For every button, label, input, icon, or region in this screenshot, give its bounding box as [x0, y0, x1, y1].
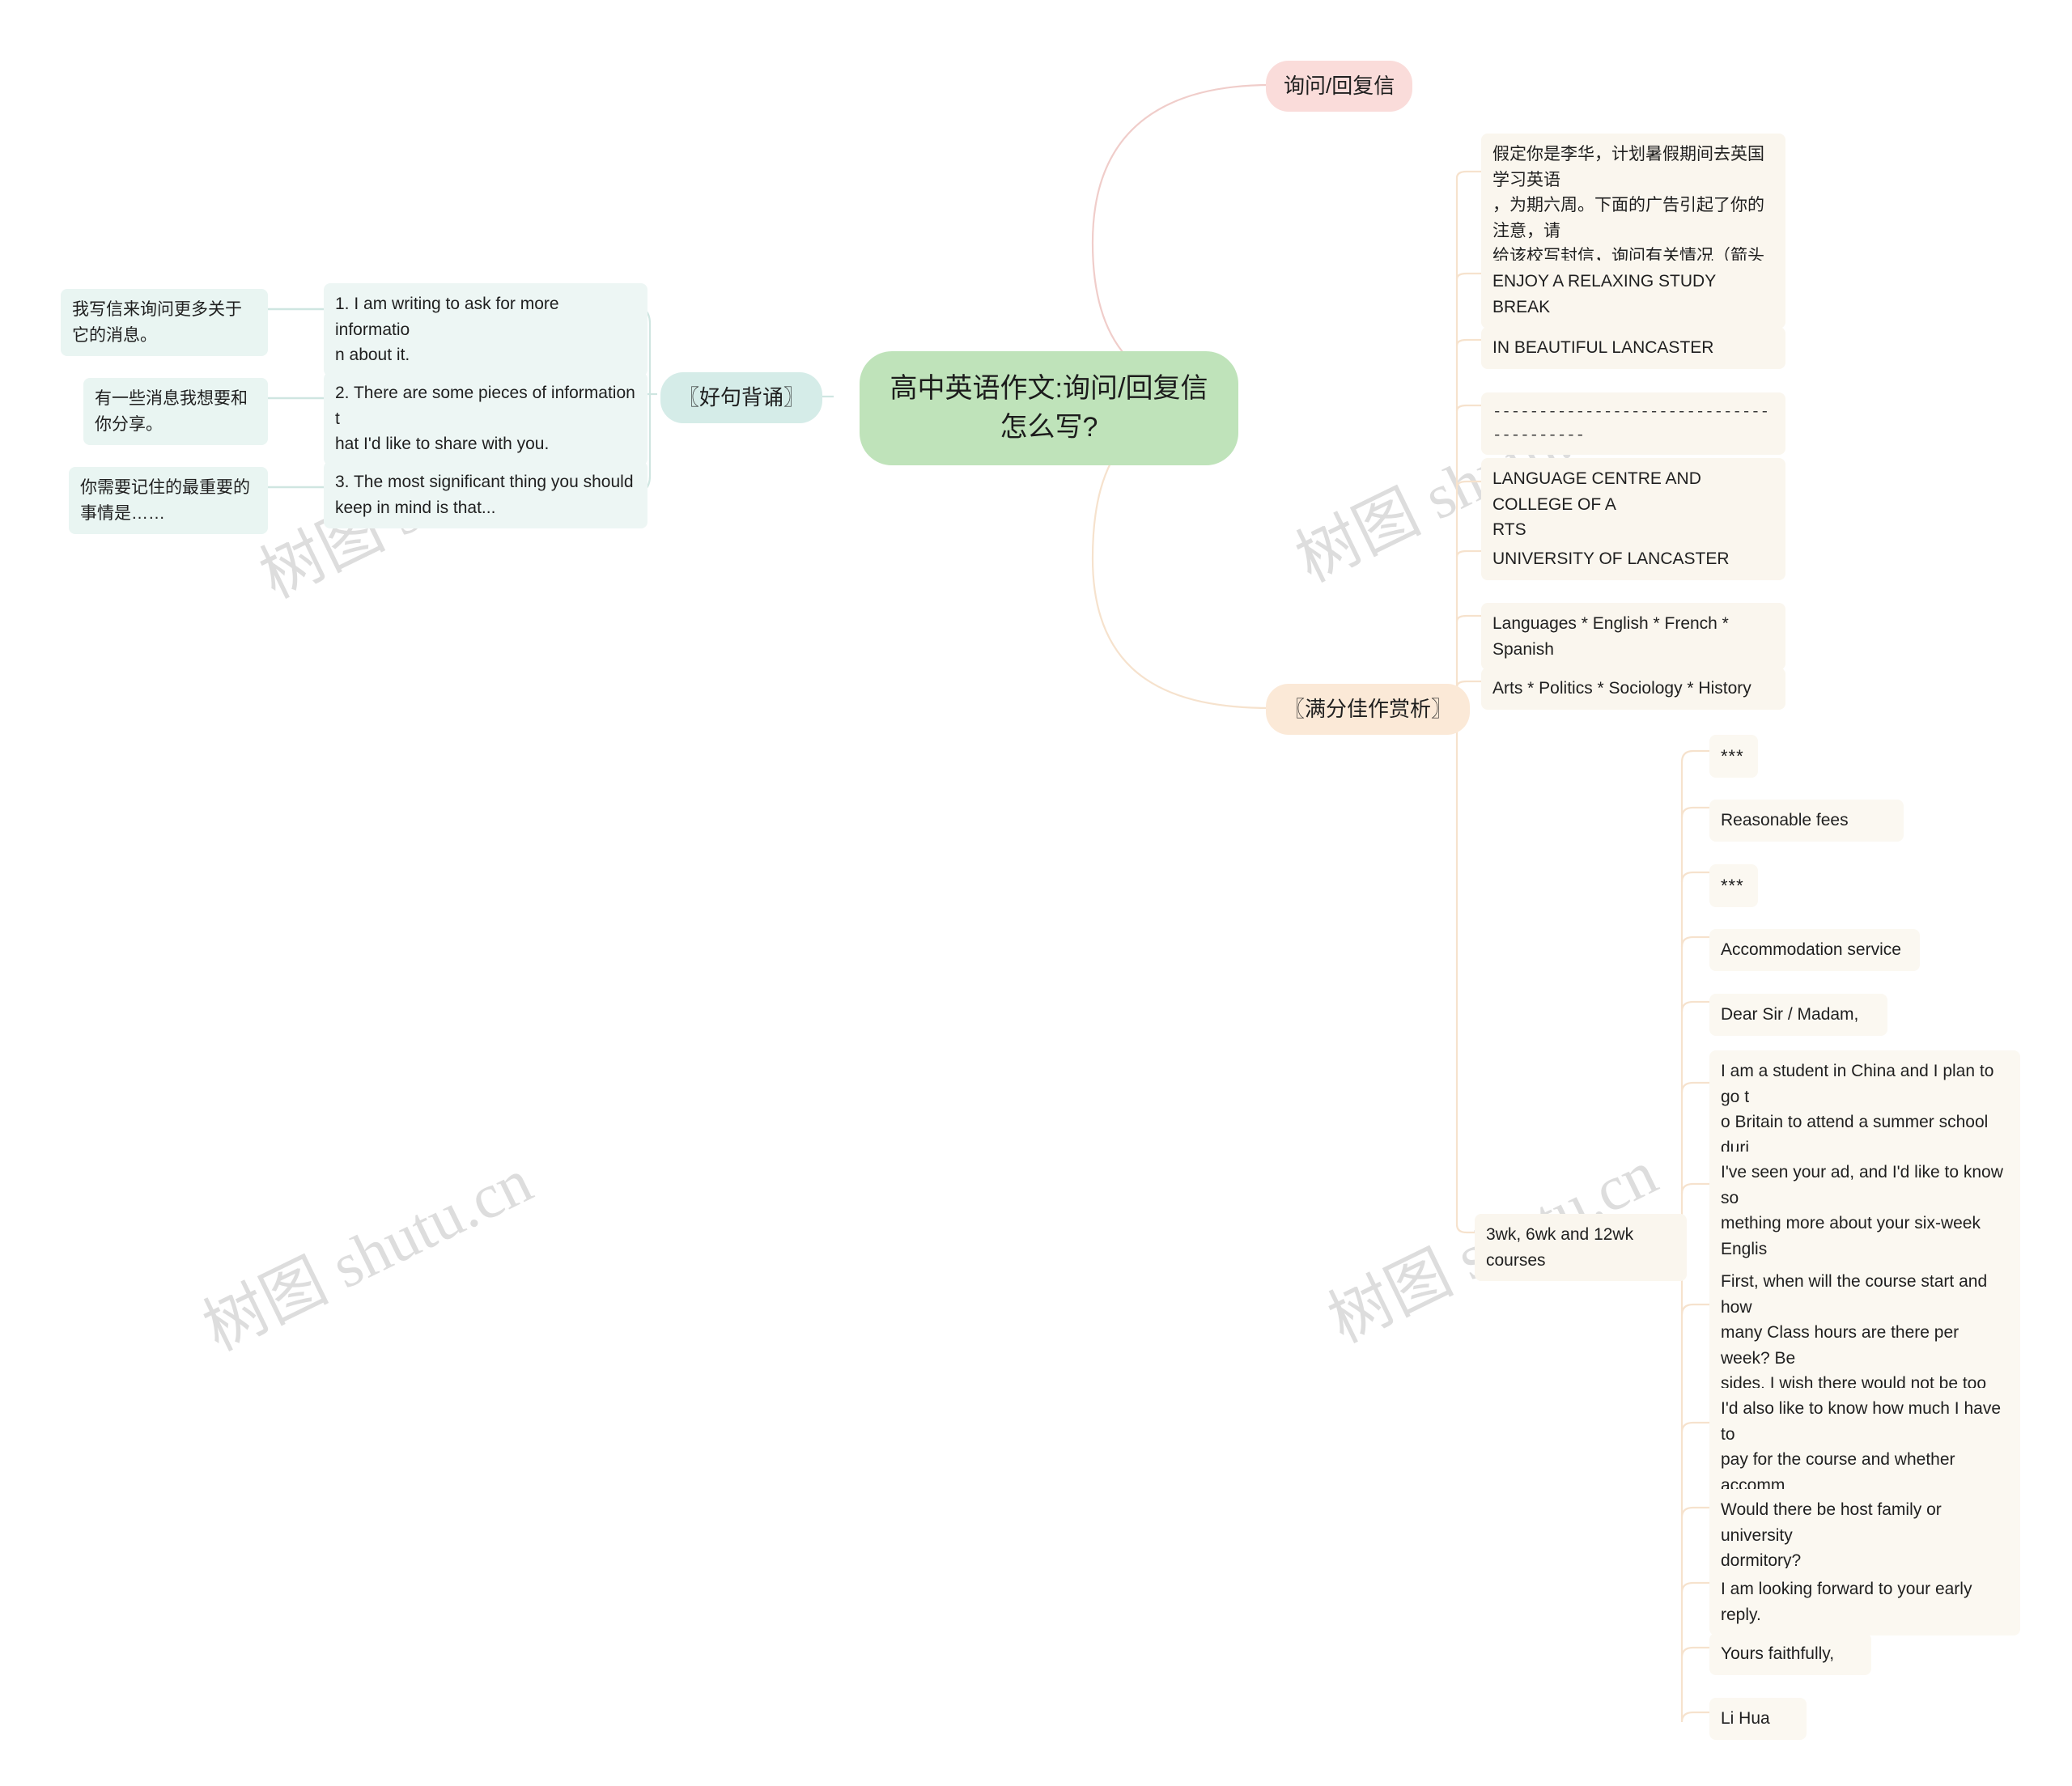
branch-good-sentences[interactable]: 〖好句背诵〗: [660, 372, 823, 423]
list-item[interactable]: LANGUAGE CENTRE AND COLLEGE OF A RTS: [1481, 458, 1785, 551]
list-item-courses[interactable]: 3wk, 6wk and 12wk courses: [1475, 1214, 1687, 1281]
list-item[interactable]: Li Hua: [1709, 1698, 1807, 1740]
list-item[interactable]: IN BEAUTIFUL LANCASTER: [1481, 327, 1785, 369]
list-item[interactable]: Dear Sir / Madam,: [1709, 994, 1887, 1036]
list-item[interactable]: ENJOY A RELAXING STUDY BREAK: [1481, 261, 1785, 328]
list-item[interactable]: Accommodation service: [1709, 929, 1920, 971]
list-item[interactable]: 你需要记住的最重要的事情是……: [69, 467, 268, 534]
list-item[interactable]: 有一些消息我想要和你分享。: [83, 378, 268, 445]
list-item[interactable]: Languages * English * French * Spanish: [1481, 603, 1785, 670]
mindmap-canvas: 树图 shutu.cn 树图 shutu.cn 树图 shutu.cn 树图 s…: [0, 0, 2072, 1786]
list-item[interactable]: Reasonable fees: [1709, 800, 1904, 842]
list-item[interactable]: 3. The most significant thing you should…: [324, 461, 648, 528]
list-item[interactable]: ***: [1709, 735, 1758, 778]
branch-model-essay[interactable]: 〖满分佳作赏析〗: [1266, 684, 1471, 735]
list-item[interactable]: Arts * Politics * Sociology * History: [1481, 668, 1785, 710]
list-item[interactable]: UNIVERSITY OF LANCASTER: [1481, 538, 1785, 580]
list-item[interactable]: ***: [1709, 864, 1758, 907]
list-item[interactable]: 我写信来询问更多关于它的消息。: [61, 289, 268, 356]
central-topic[interactable]: 高中英语作文:询问/回复信 怎么写?: [860, 351, 1238, 465]
list-item[interactable]: 1. I am writing to ask for more informat…: [324, 283, 648, 376]
list-item-divider[interactable]: ----------------------------------------: [1481, 392, 1785, 455]
list-item[interactable]: 2. There are some pieces of information …: [324, 372, 648, 465]
watermark: 树图 shutu.cn: [193, 1145, 542, 1364]
list-item[interactable]: Yours faithfully,: [1709, 1633, 1871, 1675]
branch-inquiry-reply[interactable]: 询问/回复信: [1266, 61, 1413, 112]
list-item[interactable]: I am looking forward to your early reply…: [1709, 1568, 2020, 1635]
